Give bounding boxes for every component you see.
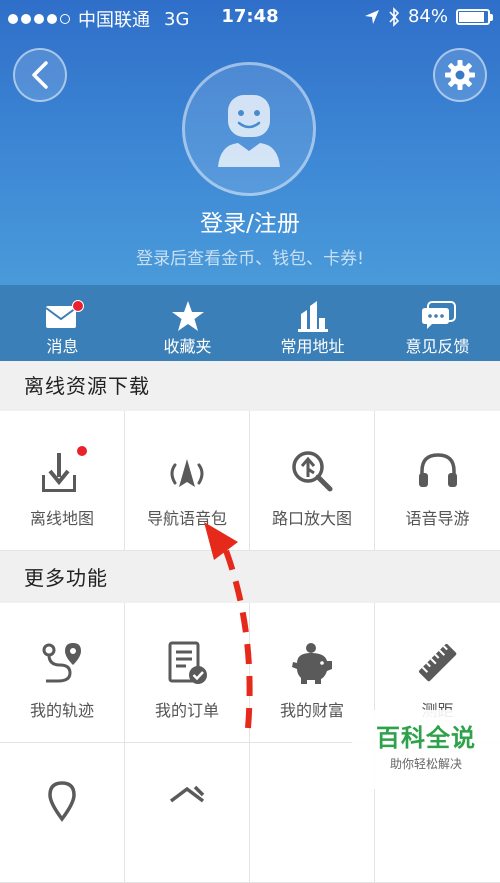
more-item-orders[interactable]: 我的订单	[125, 603, 250, 743]
more-item-label: 我的订单	[154, 701, 219, 720]
quick-item-feedback[interactable]: 意见反馈	[375, 285, 500, 361]
offline-item-label: 语音导游	[405, 509, 470, 528]
more-item-label: 我的轨迹	[29, 701, 94, 720]
offline-resources-grid: 离线地图 导航语音包 路口放大图 语音导游	[0, 411, 500, 551]
quick-item-addresses[interactable]: 常用地址	[250, 285, 375, 361]
battery-icon	[456, 8, 493, 25]
messages-badge	[72, 300, 84, 312]
chevron-left-icon	[32, 61, 48, 89]
quick-item-label: 消息	[46, 337, 79, 356]
piggy-bank-icon	[292, 643, 332, 684]
battery-percent: 84%	[407, 6, 448, 27]
more-item-extra-2[interactable]	[125, 743, 250, 883]
status-bar: 中国联通 3G 17:48 84%	[0, 0, 500, 34]
offline-item-label: 离线地图	[29, 509, 94, 528]
quick-item-label: 常用地址	[280, 337, 345, 356]
quick-action-bar: 消息 收藏夹 常用地址 意见反馈	[0, 285, 500, 361]
quick-item-label: 意见反馈	[405, 337, 470, 356]
location-arrow-icon	[364, 9, 379, 24]
location-pin-icon	[48, 781, 76, 822]
edit-icon	[169, 785, 205, 803]
ruler-icon	[418, 644, 456, 682]
offline-map-badge	[76, 445, 88, 457]
user-avatar-icon	[218, 95, 280, 167]
offline-item-voice-guide[interactable]: 语音导游	[375, 411, 500, 551]
more-item-track[interactable]: 我的轨迹	[0, 603, 125, 743]
section-title-more: 更多功能	[0, 553, 500, 603]
quick-item-favorites[interactable]: 收藏夹	[125, 285, 250, 361]
bluetooth-icon	[389, 6, 400, 27]
building-icon	[297, 301, 328, 332]
star-icon	[171, 301, 204, 331]
section-title-offline: 离线资源下载	[0, 361, 500, 411]
offline-item-label: 导航语音包	[146, 509, 227, 528]
headphones-icon	[418, 453, 457, 487]
profile-header: 中国联通 3G 17:48 84% 登录/注册 登录后查看金币、钱包、卡券!	[0, 0, 500, 285]
avatar[interactable]	[182, 62, 316, 196]
login-hint: 登录后查看金币、钱包、卡券!	[136, 249, 364, 269]
offline-item-map[interactable]: 离线地图	[0, 411, 125, 551]
zoom-junction-icon	[292, 451, 333, 492]
login-register-link[interactable]: 登录/注册	[0, 204, 500, 238]
more-item-label: 我的财富	[279, 701, 344, 720]
gear-icon	[445, 60, 475, 90]
settings-button[interactable]	[433, 48, 487, 102]
chat-bubble-icon	[421, 301, 456, 329]
more-item-extra-1[interactable]	[0, 743, 125, 883]
watermark-title: 百科全说	[376, 724, 476, 752]
offline-item-junction-view[interactable]: 路口放大图	[250, 411, 375, 551]
back-button[interactable]	[13, 48, 67, 102]
watermark-subtitle: 助你轻松解决	[389, 757, 462, 771]
order-list-icon	[168, 641, 207, 684]
route-pin-icon	[42, 643, 81, 683]
quick-item-label: 收藏夹	[163, 337, 212, 356]
offline-item-voice-pack[interactable]: 导航语音包	[125, 411, 250, 551]
navigation-voice-icon	[170, 459, 204, 487]
offline-item-label: 路口放大图	[271, 509, 352, 528]
watermark-logo: 百科全说 助你轻松解决	[352, 710, 500, 789]
quick-item-messages[interactable]: 消息	[0, 285, 125, 361]
